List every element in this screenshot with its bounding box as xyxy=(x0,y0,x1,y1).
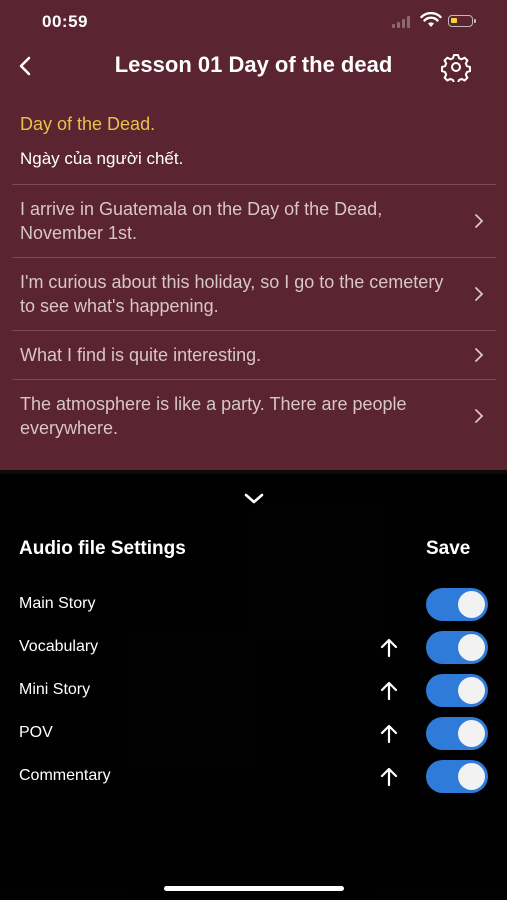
chevron-right-icon xyxy=(475,348,484,362)
panel-title: Audio file Settings xyxy=(19,538,186,559)
option-main-story: Main Story xyxy=(0,587,507,623)
option-label: Vocabulary xyxy=(19,638,99,655)
home-indicator[interactable] xyxy=(164,886,344,891)
arrow-up-icon[interactable] xyxy=(379,724,399,744)
sentence-list: I arrive in Guatemala on the Day of the … xyxy=(12,184,496,452)
wifi-icon xyxy=(420,12,442,27)
chevron-right-icon xyxy=(475,409,484,423)
commentary-toggle[interactable] xyxy=(426,760,488,793)
option-vocabulary: Vocabulary xyxy=(0,630,507,666)
option-label: Commentary xyxy=(19,767,111,784)
chevron-right-icon xyxy=(475,214,484,228)
pov-toggle[interactable] xyxy=(426,717,488,750)
page-title: Lesson 01 Day of the dead xyxy=(114,52,393,77)
status-bar: 00:59 xyxy=(0,0,507,44)
save-button[interactable]: Save xyxy=(426,538,470,560)
nav-header: Lesson 01 Day of the dead xyxy=(0,44,507,90)
cellular-signal-icon xyxy=(392,16,414,28)
sentence-row[interactable]: What I find is quite interesting. xyxy=(12,330,496,379)
option-label: Main Story xyxy=(19,595,96,612)
app-screen: 00:59 Lesson 01 Day of the dead Day of t… xyxy=(0,0,507,900)
sentence-text: The atmosphere is like a party. There ar… xyxy=(20,394,407,438)
sentence-text: What I find is quite interesting. xyxy=(20,345,262,365)
sentence-text: I arrive in Guatemala on the Day of the … xyxy=(20,199,383,243)
current-sentence[interactable]: Day of the Dead. xyxy=(20,114,155,135)
option-label: POV xyxy=(19,724,53,741)
option-mini-story: Mini Story xyxy=(0,673,507,709)
option-label: Mini Story xyxy=(19,681,91,698)
status-time: 00:59 xyxy=(42,12,88,31)
sentence-row[interactable]: I arrive in Guatemala on the Day of the … xyxy=(12,184,496,257)
current-translation: Ngày của người chết. xyxy=(20,149,184,168)
chevron-right-icon xyxy=(475,287,484,301)
sentence-row[interactable]: I'm curious about this holiday, so I go … xyxy=(12,257,496,330)
main-story-toggle[interactable] xyxy=(426,588,488,621)
sentence-row[interactable]: The atmosphere is like a party. There ar… xyxy=(12,379,496,452)
mini-story-toggle[interactable] xyxy=(426,674,488,707)
arrow-up-icon[interactable] xyxy=(379,681,399,701)
arrow-up-icon[interactable] xyxy=(379,638,399,658)
option-commentary: Commentary xyxy=(0,759,507,795)
chevron-down-icon[interactable] xyxy=(243,492,265,506)
option-pov: POV xyxy=(0,716,507,752)
arrow-up-icon[interactable] xyxy=(379,767,399,787)
gear-icon[interactable] xyxy=(441,52,471,82)
sentence-text: I'm curious about this holiday, so I go … xyxy=(20,272,444,316)
battery-icon xyxy=(448,15,476,27)
vocabulary-toggle[interactable] xyxy=(426,631,488,664)
